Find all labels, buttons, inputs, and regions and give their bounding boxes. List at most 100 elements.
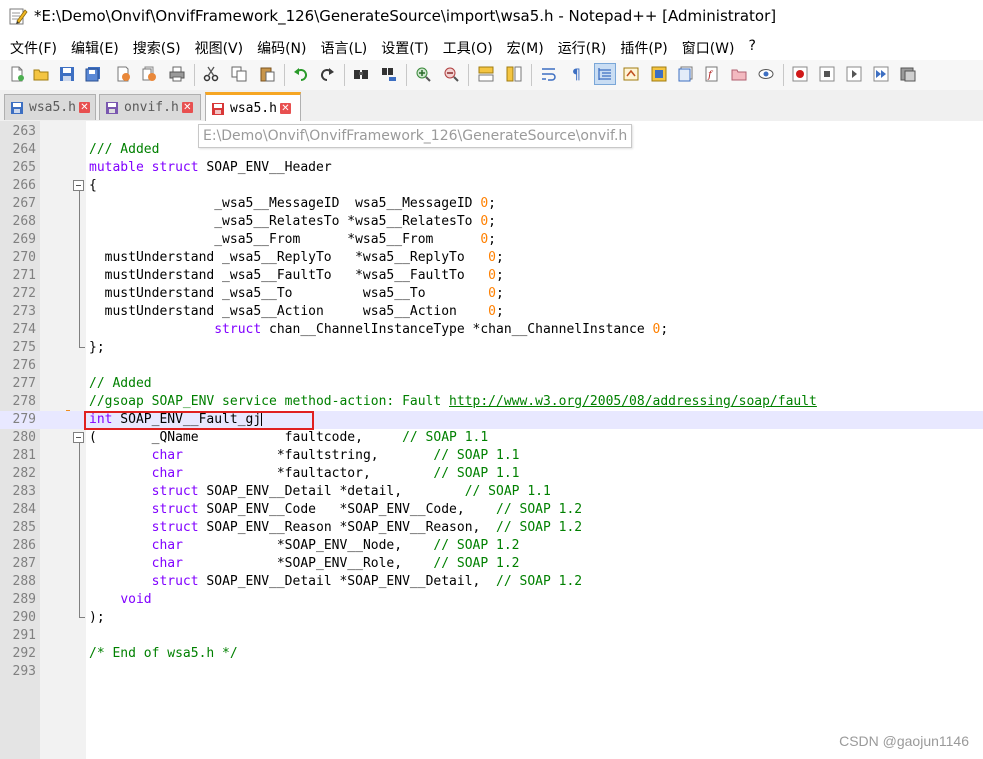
code-line[interactable]: 289 void [0, 591, 983, 609]
menu-window[interactable]: 窗口(W) [680, 38, 737, 58]
code-line[interactable]: 286 char *SOAP_ENV__Node, // SOAP 1.2 [0, 537, 983, 555]
show-all-chars-icon[interactable]: ¶ [567, 64, 587, 84]
menu-encoding[interactable]: 编码(N) [255, 38, 308, 58]
tab-close-icon[interactable]: ✕ [78, 102, 90, 113]
code-line[interactable]: 285 struct SOAP_ENV__Reason *SOAP_ENV__R… [0, 519, 983, 537]
code-line[interactable]: 271 mustUnderstand _wsa5__FaultTo *wsa5_… [0, 267, 983, 285]
save-macro-icon[interactable] [898, 64, 918, 84]
code-line[interactable]: 281 char *faultstring, // SOAP 1.1 [0, 447, 983, 465]
tab-close-icon[interactable]: ✕ [279, 103, 291, 114]
code-line[interactable]: 288 struct SOAP_ENV__Detail *SOAP_ENV__D… [0, 573, 983, 591]
code-line[interactable]: 293 [0, 663, 983, 681]
open-file-icon[interactable] [31, 64, 51, 84]
copy-icon[interactable] [229, 64, 249, 84]
menu-file[interactable]: 文件(F) [8, 38, 59, 58]
user-language-icon[interactable] [621, 64, 641, 84]
menu-edit[interactable]: 编辑(E) [69, 38, 121, 58]
code-token: 0 [488, 286, 496, 301]
line-number: 273 [12, 304, 36, 319]
code-token: _wsa5__RelatesTo *wsa5__RelatesTo [89, 214, 481, 229]
new-file-icon[interactable] [7, 64, 27, 84]
tab-bar: wsa5.h ✕ onvif.h ✕ wsa5.h ✕ [0, 90, 983, 122]
menu-search[interactable]: 搜索(S) [131, 38, 183, 58]
code-line[interactable]: 277 // Added [0, 375, 983, 393]
line-number: 274 [12, 322, 36, 337]
tab-wsa5-h-active[interactable]: wsa5.h ✕ [205, 92, 301, 122]
code-line[interactable]: 280 ( _QName faultcode, // SOAP 1.1 [0, 429, 983, 447]
find-icon[interactable] [351, 64, 371, 84]
zoom-out-icon[interactable] [441, 64, 461, 84]
code-token: /// Added [89, 142, 160, 157]
code-line[interactable]: 267 _wsa5__MessageID wsa5__MessageID 0; [0, 195, 983, 213]
redo-icon[interactable] [317, 64, 337, 84]
monitoring-icon[interactable] [756, 64, 776, 84]
code-line[interactable]: 276 [0, 357, 983, 375]
code-line[interactable]: 274 struct chan__ChannelInstanceType *ch… [0, 321, 983, 339]
record-macro-icon[interactable] [790, 64, 810, 84]
line-number: 278 [12, 394, 36, 409]
code-line[interactable]: 273 mustUnderstand _wsa5__Action wsa5__A… [0, 303, 983, 321]
tab-label: onvif.h [124, 100, 179, 115]
code-line[interactable]: 291 [0, 627, 983, 645]
play-macro-icon[interactable] [844, 64, 864, 84]
zoom-in-icon[interactable] [413, 64, 433, 84]
tab-close-icon[interactable]: ✕ [181, 102, 193, 113]
line-code: _wsa5__From *wsa5__From 0; [89, 231, 496, 249]
code-editor[interactable]: 263 264 /// Added 265 mutable struct SOAP_EN… [0, 121, 983, 759]
code-line[interactable]: 284 struct SOAP_ENV__Code *SOAP_ENV__Cod… [0, 501, 983, 519]
paste-icon[interactable] [257, 64, 277, 84]
doc-list-icon[interactable] [676, 64, 696, 84]
code-line[interactable]: 283 struct SOAP_ENV__Detail *detail, // … [0, 483, 983, 501]
code-line[interactable]: 278 //gsoap SOAP_ENV service method-actio… [0, 393, 983, 411]
word-wrap-icon[interactable] [539, 64, 559, 84]
stop-macro-icon[interactable] [817, 64, 837, 84]
save-icon[interactable] [57, 64, 77, 84]
save-all-icon[interactable] [83, 64, 103, 84]
menu-run[interactable]: 运行(R) [556, 38, 609, 58]
close-file-icon[interactable] [113, 64, 133, 84]
print-icon[interactable] [167, 64, 187, 84]
code-token: *SOAP_ENV__Node, [182, 538, 434, 553]
menu-settings[interactable]: 设置(T) [379, 38, 430, 58]
code-line[interactable]: 268 _wsa5__RelatesTo *wsa5__RelatesTo 0; [0, 213, 983, 231]
menu-help[interactable]: ? [747, 38, 758, 58]
menu-language[interactable]: 语言(L) [319, 38, 370, 58]
menu-view[interactable]: 视图(V) [193, 38, 246, 58]
close-all-icon[interactable] [139, 64, 159, 84]
code-line[interactable]: 275}; [0, 339, 983, 357]
code-line[interactable]: 269 _wsa5__From *wsa5__From 0; [0, 231, 983, 249]
menu-tools[interactable]: 工具(O) [441, 38, 495, 58]
code-line[interactable]: 287 char *SOAP_ENV__Role, // SOAP 1.2 [0, 555, 983, 573]
code-line[interactable]: 272 mustUnderstand _wsa5__To wsa5__To 0; [0, 285, 983, 303]
code-line[interactable]: 270 mustUnderstand _wsa5__ReplyTo *wsa5_… [0, 249, 983, 267]
sync-vertical-icon[interactable] [476, 64, 496, 84]
line-code: char *faultstring, // SOAP 1.1 [89, 447, 520, 465]
indent-guide-icon[interactable] [594, 63, 616, 85]
run-macro-multiple-icon[interactable] [871, 64, 891, 84]
menu-plugins[interactable]: 插件(P) [618, 38, 669, 58]
doc-map-icon[interactable] [649, 64, 669, 84]
code-line[interactable]: 265 mutable struct SOAP_ENV__Header [0, 159, 983, 177]
undo-icon[interactable] [291, 64, 311, 84]
folder-workspace-icon[interactable] [729, 64, 749, 84]
line-code: char *SOAP_ENV__Role, // SOAP 1.2 [89, 555, 520, 573]
line-code: char *SOAP_ENV__Node, // SOAP 1.2 [89, 537, 520, 555]
line-code: ( _QName faultcode, // SOAP 1.1 [89, 429, 488, 447]
code-line[interactable]: 266 { [0, 177, 983, 195]
code-token: ; [488, 196, 496, 211]
tab-onvif-h[interactable]: onvif.h ✕ [99, 94, 201, 120]
function-list-icon[interactable]: f [702, 64, 722, 84]
cut-icon[interactable] [201, 64, 221, 84]
code-line[interactable]: 292 /* End of wsa5.h */ [0, 645, 983, 663]
code-line[interactable]: 282 char *faultactor, // SOAP 1.1 [0, 465, 983, 483]
code-token: ( _QName faultcode, [89, 430, 403, 445]
replace-icon[interactable] [379, 64, 399, 84]
sync-horizontal-icon[interactable] [504, 64, 524, 84]
menu-macro[interactable]: 宏(M) [505, 38, 546, 58]
line-number: 270 [12, 250, 36, 265]
tab-wsa5-h-first[interactable]: wsa5.h ✕ [4, 94, 96, 120]
code-line[interactable]: 290); [0, 609, 983, 627]
